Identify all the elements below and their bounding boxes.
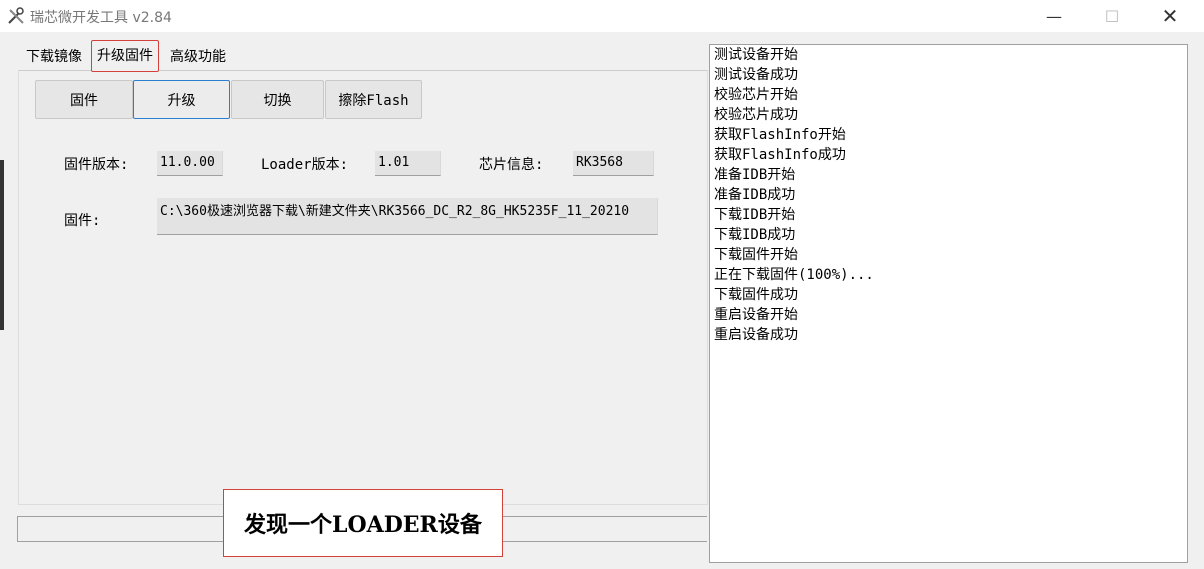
tools-icon bbox=[7, 7, 25, 25]
log-line: 校验芯片开始 bbox=[714, 87, 798, 103]
log-line: 测试设备开始 bbox=[714, 47, 798, 63]
log-line: 重启设备成功 bbox=[714, 327, 798, 343]
log-output[interactable]: 测试设备开始 测试设备成功 校验芯片开始 校验芯片成功 获取FlashInfo开… bbox=[709, 44, 1188, 563]
loader-version-field: 1.01 bbox=[375, 151, 441, 176]
log-line: 重启设备开始 bbox=[714, 307, 798, 323]
chip-info-label: 芯片信息: bbox=[479, 157, 544, 173]
minimize-button[interactable]: — bbox=[1025, 0, 1083, 32]
maximize-button[interactable]: ☐ bbox=[1083, 0, 1141, 32]
switch-button[interactable]: 切换 bbox=[231, 80, 324, 119]
firmware-button[interactable]: 固件 bbox=[35, 80, 133, 119]
tab-advanced-functions[interactable]: 高级功能 bbox=[166, 44, 230, 70]
chip-info-field: RK3568 bbox=[573, 151, 654, 176]
log-line: 获取FlashInfo开始 bbox=[714, 127, 846, 143]
device-status: 发现一个LOADER设备 bbox=[223, 489, 503, 557]
log-line: 正在下载固件(100%)... bbox=[714, 267, 874, 283]
log-line: 下载IDB成功 bbox=[714, 227, 796, 243]
log-line: 准备IDB成功 bbox=[714, 187, 796, 203]
tab-upgrade-firmware[interactable]: 升级固件 bbox=[91, 40, 159, 72]
erase-flash-button[interactable]: 擦除Flash bbox=[325, 80, 422, 119]
tab-download-image[interactable]: 下载镜像 bbox=[22, 44, 86, 70]
firmware-path-field[interactable]: C:\360极速浏览器下载\新建文件夹\RK3566_DC_R2_8G_HK52… bbox=[157, 198, 658, 235]
close-button[interactable]: ✕ bbox=[1141, 0, 1199, 32]
log-line: 下载固件开始 bbox=[714, 247, 798, 263]
log-line: 测试设备成功 bbox=[714, 67, 798, 83]
log-line: 准备IDB开始 bbox=[714, 167, 796, 183]
title-bar: 瑞芯微开发工具 v2.84 — ☐ ✕ bbox=[0, 0, 1204, 32]
background-window-edge bbox=[0, 160, 4, 330]
log-line: 校验芯片成功 bbox=[714, 107, 798, 123]
app-window: 瑞芯微开发工具 v2.84 — ☐ ✕ 下载镜像 升级固件 高级功能 固件 升级… bbox=[0, 0, 1204, 569]
log-line: 获取FlashInfo成功 bbox=[714, 147, 846, 163]
firmware-version-label: 固件版本: bbox=[64, 157, 129, 173]
loader-version-label: Loader版本: bbox=[261, 157, 349, 173]
window-title: 瑞芯微开发工具 v2.84 bbox=[30, 10, 172, 26]
firmware-version-field: 11.0.00 bbox=[157, 151, 223, 176]
upgrade-button[interactable]: 升级 bbox=[133, 80, 230, 119]
log-line: 下载固件成功 bbox=[714, 287, 798, 303]
log-line: 下载IDB开始 bbox=[714, 207, 796, 223]
firmware-path-label: 固件: bbox=[64, 213, 101, 229]
upgrade-panel bbox=[18, 70, 708, 505]
